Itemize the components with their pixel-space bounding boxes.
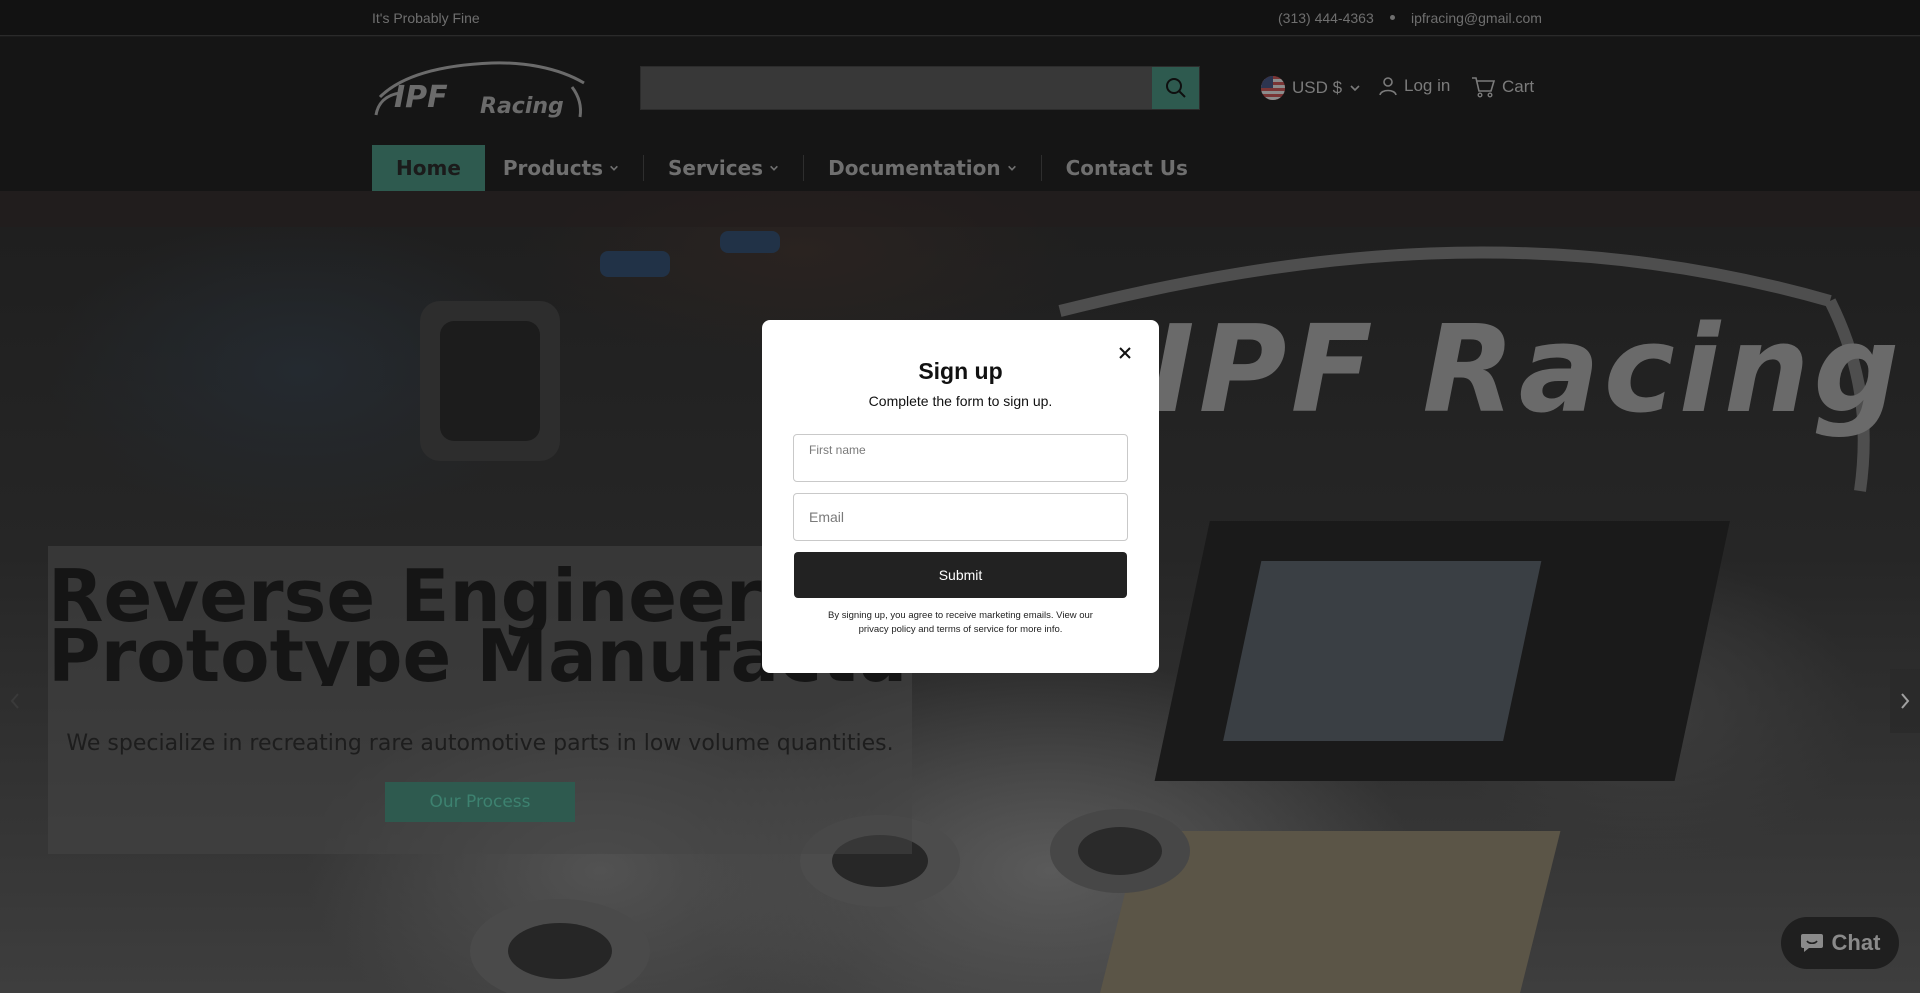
signup-modal: Sign up Complete the form to sign up. Fi… — [762, 320, 1159, 673]
email-link[interactable]: ipfracing@gmail.com — [1411, 10, 1542, 26]
currency-label: USD $ — [1292, 78, 1343, 97]
chat-bubble-icon — [1800, 934, 1823, 952]
main-navigation: Home Products Services Documentation Con… — [372, 145, 1206, 191]
search-button[interactable] — [1152, 67, 1199, 109]
first-name-label: First name — [809, 443, 866, 457]
nav-divider — [643, 155, 645, 181]
phone-link[interactable]: (313) 444-4363 — [1278, 10, 1374, 26]
modal-description: Complete the form to sign up. — [868, 393, 1053, 409]
chat-button[interactable]: Chat — [1781, 917, 1899, 969]
hero-subtitle: We specialize in recreating rare automot… — [66, 731, 894, 756]
hero-background-logo-text: IPF Racing — [1150, 301, 1904, 440]
nav-item-label: Home — [396, 156, 461, 180]
slideshow-previous-button[interactable] — [0, 669, 30, 733]
submit-button[interactable]: Submit — [794, 552, 1127, 598]
nav-item-label: Products — [502, 156, 604, 180]
search-bar — [640, 66, 1200, 110]
first-name-field[interactable]: First name — [793, 434, 1128, 482]
chevron-down-icon — [610, 165, 618, 171]
announcement-bar: It's Probably Fine (313) 444-4363 ipfrac… — [0, 0, 1920, 36]
nav-item-services[interactable]: Services — [650, 145, 797, 191]
chevron-right-icon — [1901, 693, 1910, 709]
nav-item-contact-us[interactable]: Contact Us — [1048, 145, 1206, 191]
nav-divider — [803, 155, 805, 181]
chevron-down-icon — [1007, 165, 1016, 171]
nav-item-products[interactable]: Products — [485, 145, 637, 191]
nav-item-home[interactable]: Home — [372, 145, 485, 191]
store-logo[interactable]: IPF Racing — [372, 57, 592, 121]
cart-icon — [1472, 77, 1495, 98]
modal-title: Sign up — [918, 358, 1003, 384]
cart-link[interactable]: Cart — [1471, 76, 1534, 98]
cart-label: Cart — [1502, 77, 1535, 96]
svg-text:Racing: Racing — [480, 94, 564, 119]
nav-item-label: Contact Us — [1065, 156, 1188, 180]
slideshow-next-button[interactable] — [1890, 669, 1920, 733]
currency-selector[interactable]: USD $ — [1261, 76, 1361, 100]
user-icon — [1379, 77, 1397, 96]
email-field[interactable]: Email — [793, 493, 1128, 541]
nav-item-label: Documentation — [828, 156, 1001, 180]
email-label: Email — [809, 509, 845, 525]
our-process-button[interactable]: Our Process — [385, 782, 575, 822]
nav-divider — [1040, 155, 1042, 181]
nav-item-label: Services — [668, 156, 764, 180]
site-header: IPF Racing USD $ Log in Cart Home Produc… — [0, 37, 1920, 191]
svg-text:IPF: IPF — [394, 80, 448, 115]
ipf-racing-logo-icon: IPF Racing — [374, 61, 585, 119]
store-tagline: It's Probably Fine — [372, 10, 480, 26]
us-flag-icon — [1261, 76, 1285, 100]
chevron-down-icon — [1350, 85, 1360, 92]
chevron-left-icon — [10, 693, 19, 709]
chat-label: Chat — [1831, 930, 1881, 955]
legal-disclaimer: By signing up, you agree to receive mark… — [828, 610, 1093, 635]
chevron-down-icon — [770, 165, 779, 171]
separator-dot — [1390, 15, 1395, 20]
login-label: Log in — [1404, 76, 1451, 95]
search-input[interactable] — [641, 67, 1153, 109]
nav-item-documentation[interactable]: Documentation — [810, 145, 1035, 191]
login-link[interactable]: Log in — [1378, 76, 1450, 96]
search-icon — [1165, 78, 1186, 98]
